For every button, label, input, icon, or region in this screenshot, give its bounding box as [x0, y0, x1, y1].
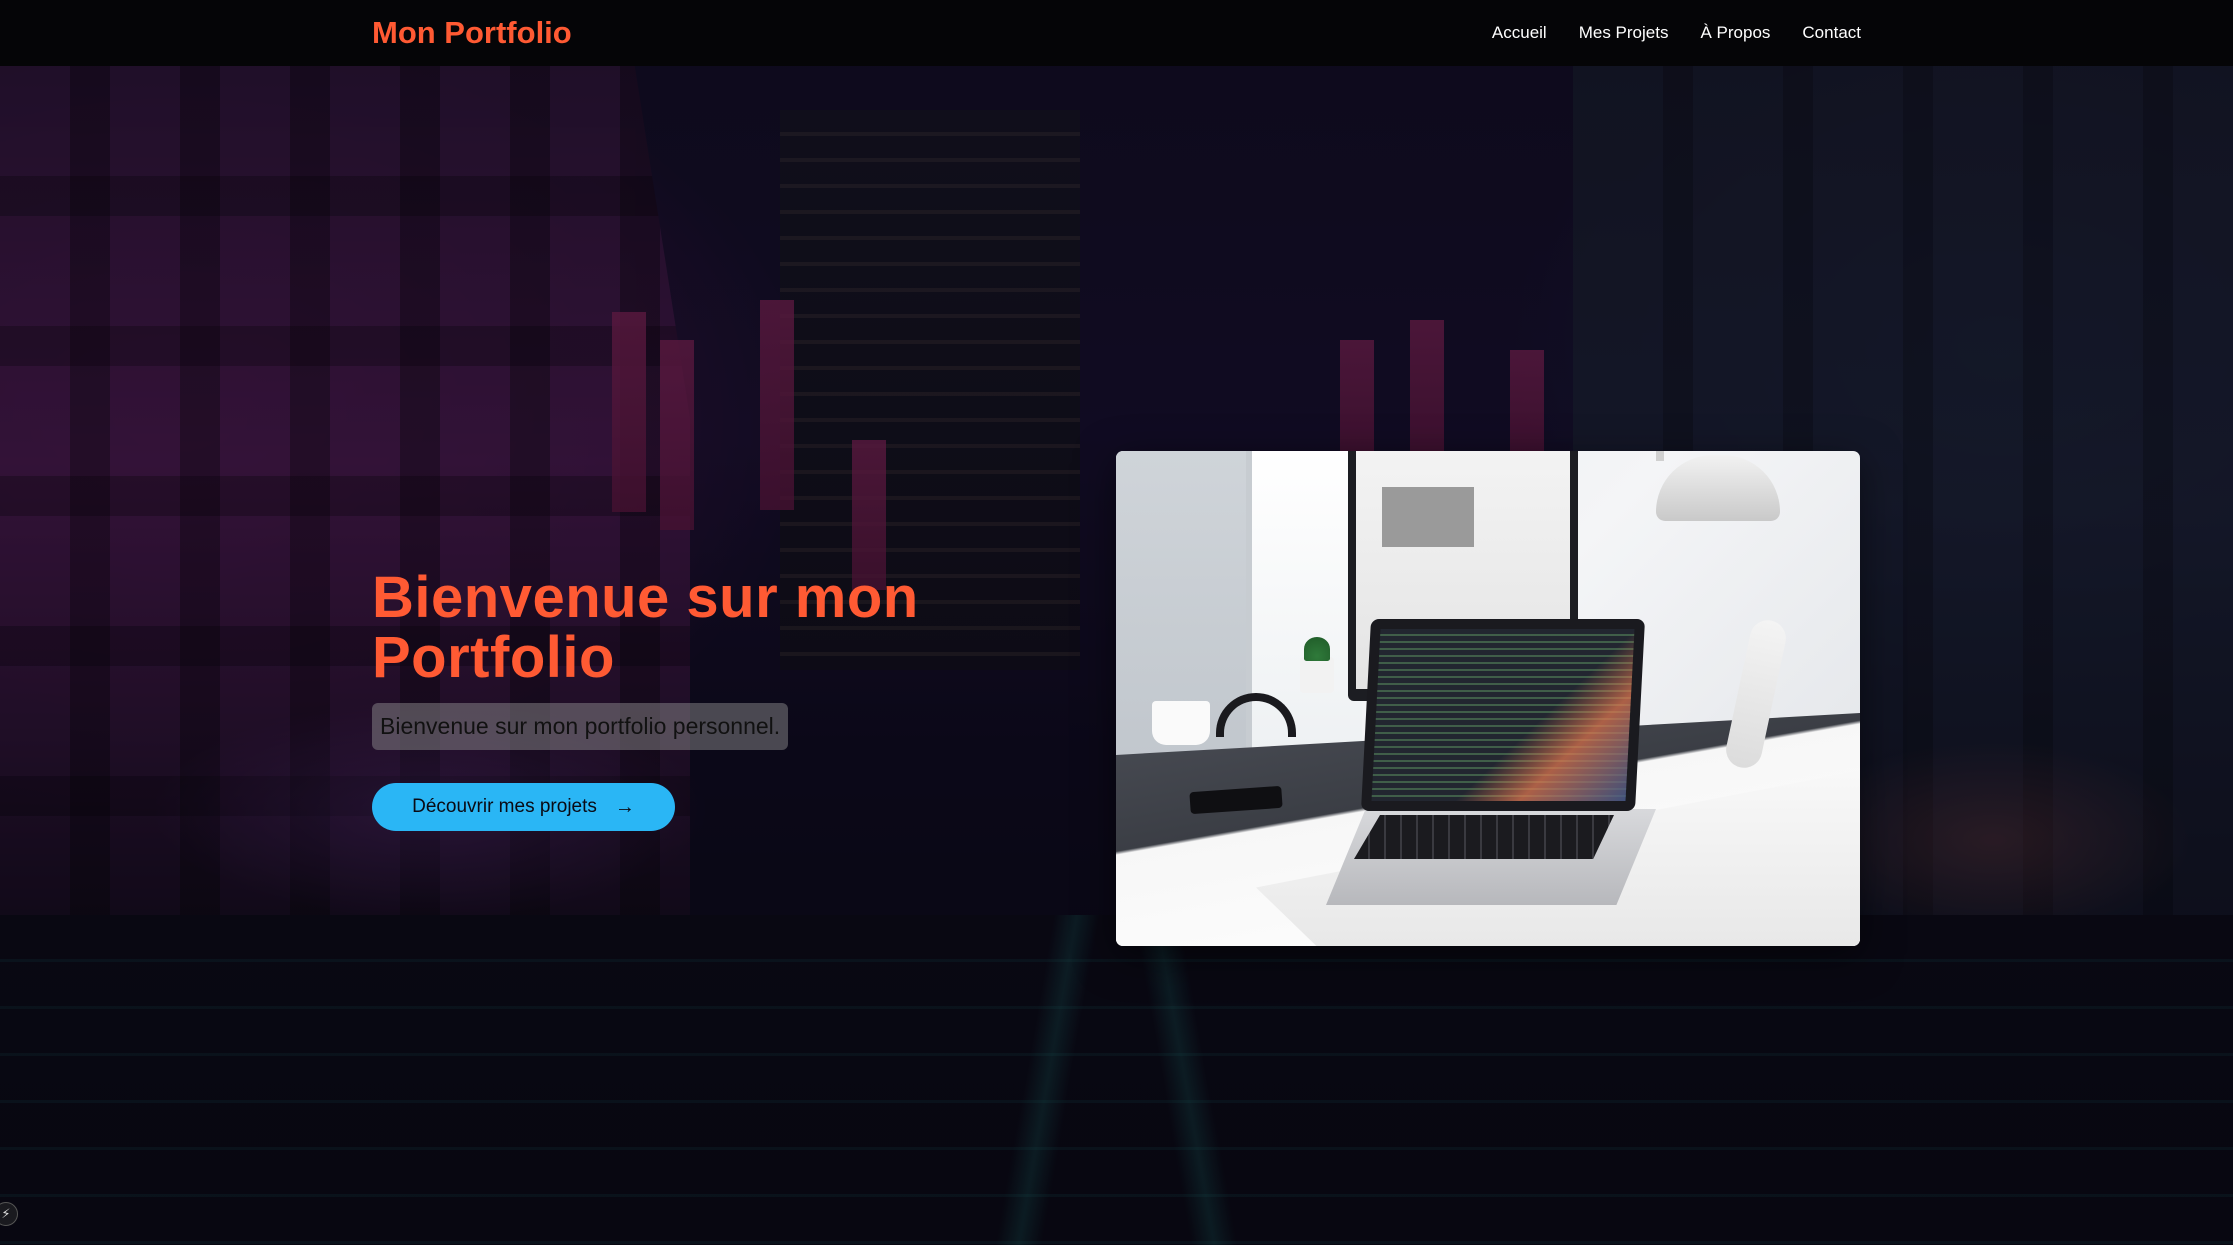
discover-projects-label: Découvrir mes projets — [412, 796, 597, 817]
hero-laptop-image — [1116, 451, 1860, 946]
page: Mon Portfolio Accueil Mes Projets À Prop… — [0, 0, 2233, 1245]
image-laptop-keyboard — [1354, 815, 1614, 859]
nav-link-mes-projets[interactable]: Mes Projets — [1579, 22, 1669, 44]
hero-subtitle: Bienvenue sur mon portfolio personnel. — [372, 703, 789, 750]
hero-title: Bienvenue sur mon Portfolio — [372, 565, 919, 690]
image-plant — [1300, 637, 1334, 693]
image-lamp-arm — [1656, 451, 1664, 461]
nav-link-accueil[interactable]: Accueil — [1492, 22, 1547, 44]
image-laptop-screen — [1360, 619, 1646, 811]
image-laptop-code — [1371, 629, 1635, 801]
image-lamp — [1656, 455, 1780, 521]
navbar: Mon Portfolio Accueil Mes Projets À Prop… — [0, 0, 2233, 66]
nav-links: Accueil Mes Projets À Propos Contact — [1492, 0, 1861, 66]
nav-link-contact[interactable]: Contact — [1802, 22, 1861, 44]
discover-projects-button[interactable]: Découvrir mes projets → — [372, 783, 675, 831]
arrow-right-icon: → — [614, 796, 635, 818]
image-mug — [1152, 701, 1210, 745]
brand-logo[interactable]: Mon Portfolio — [372, 14, 572, 52]
nav-link-a-propos[interactable]: À Propos — [1700, 22, 1770, 44]
